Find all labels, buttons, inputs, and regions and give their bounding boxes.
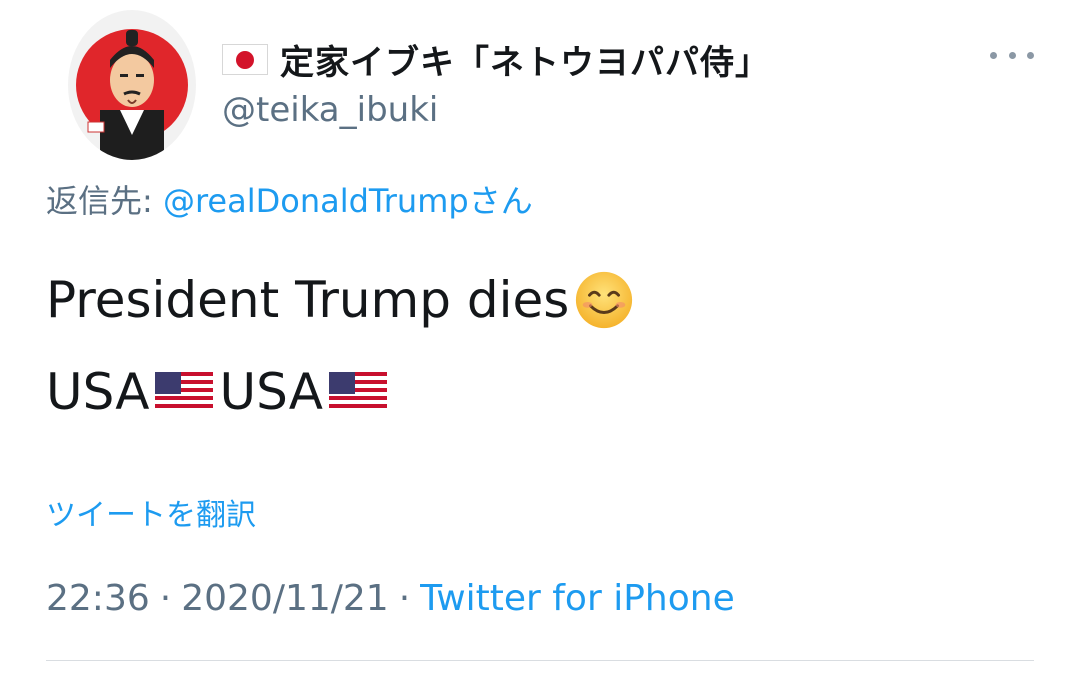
reply-handle-link[interactable]: @realDonaldTrumpさん	[163, 182, 533, 220]
tweet-card: 定家イブキ「ネトウヨパパ侍」 @teika_ibuki 返信先: @realDo…	[0, 0, 1080, 682]
reply-label: 返信先:	[46, 182, 153, 220]
translate-tweet-link[interactable]: ツイートを翻訳	[46, 490, 256, 534]
japan-flag-icon	[222, 43, 268, 75]
tweet-meta: 22:36 · 2020/11/21 · Twitter for iPhone	[46, 578, 735, 619]
tweet-line-2-usa-1: USA	[46, 363, 150, 421]
tweet-source-link[interactable]: Twitter for iPhone	[420, 578, 735, 619]
usa-flag-icon	[155, 372, 214, 412]
more-dot-icon	[1008, 51, 1016, 59]
tweet-line-1-text: President Trump dies	[46, 271, 570, 329]
tweet-line-1: President Trump dies	[46, 254, 635, 346]
divider	[46, 660, 1034, 661]
author-display-name[interactable]: 定家イブキ「ネトウヨパパ侍」	[280, 35, 770, 84]
more-dot-icon	[1027, 51, 1034, 59]
usa-flag-icon	[328, 372, 387, 412]
more-dot-icon	[990, 51, 997, 59]
reply-context: 返信先: @realDonaldTrumpさん	[46, 176, 533, 222]
avatar[interactable]	[68, 10, 196, 160]
smiling-face-emoji-icon	[576, 271, 633, 329]
author-block: 定家イブキ「ネトウヨパパ侍」 @teika_ibuki	[222, 34, 770, 130]
author-name-row[interactable]: 定家イブキ「ネトウヨパパ侍」	[222, 34, 770, 84]
meta-separator: ·	[398, 578, 411, 619]
more-options-button[interactable]	[990, 40, 1034, 70]
tweet-date[interactable]: 2020/11/21	[181, 578, 389, 619]
meta-separator: ·	[159, 578, 172, 619]
tweet-text: President Trump dies USA USA	[46, 254, 635, 438]
tweet-line-2-usa-2: USA	[219, 363, 323, 421]
avatar-samurai-illustration	[76, 29, 188, 160]
tweet-time[interactable]: 22:36	[46, 578, 150, 619]
tweet-line-2: USA USA	[46, 346, 635, 438]
author-handle[interactable]: @teika_ibuki	[222, 90, 770, 130]
